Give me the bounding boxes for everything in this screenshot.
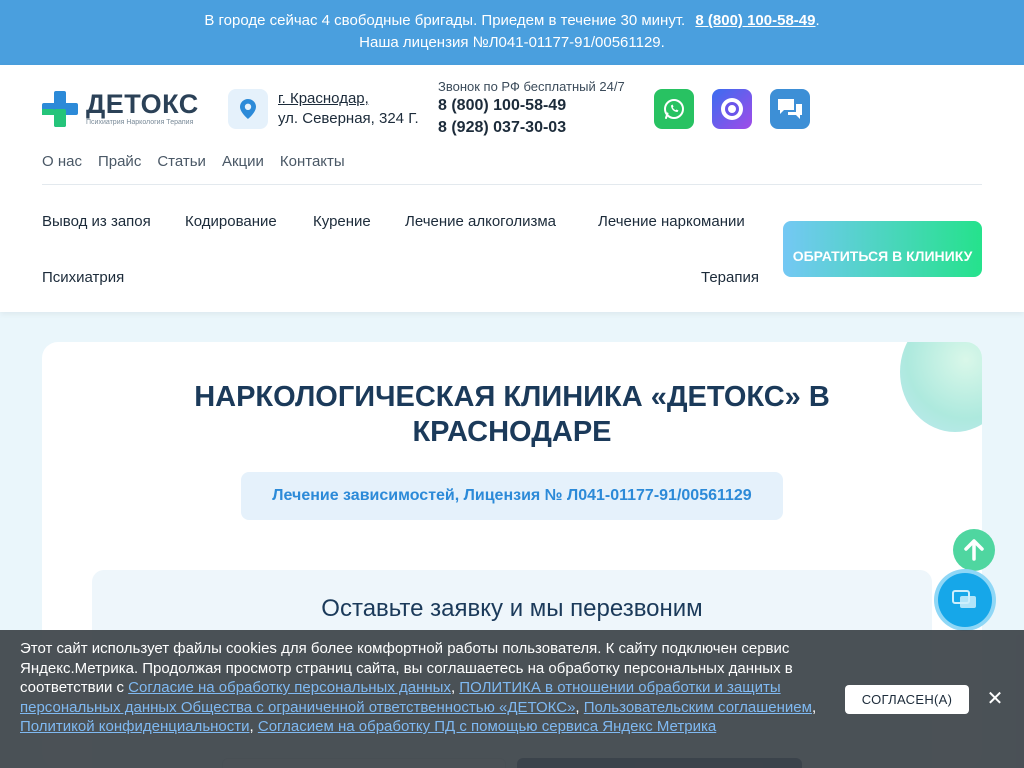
services-navigation: Вывод из запоя Кодирование Курение Лечен… xyxy=(42,195,772,307)
cookie-accept-button[interactable]: СОГЛАСЕН(А) xyxy=(845,685,969,714)
cookie-separator: , xyxy=(249,718,258,735)
max-messenger-button[interactable] xyxy=(712,89,752,129)
page-title: Наркологическая клиника «Детокс» в Красн… xyxy=(194,381,830,448)
cookie-separator: , xyxy=(575,698,584,716)
phone-link-federal[interactable]: 8 (800) 100-58-49 xyxy=(438,97,566,115)
nav-coding[interactable]: Кодирование xyxy=(185,213,277,230)
chat-icon xyxy=(778,99,802,119)
nav-withdrawal[interactable]: Вывод из запоя xyxy=(42,213,151,230)
floating-chat-button[interactable] xyxy=(934,569,996,631)
phone-link-local[interactable]: 8 (928) 037-30-03 xyxy=(438,119,566,137)
privacy-policy-link[interactable]: Политикой конфиденциальности xyxy=(20,718,250,735)
whatsapp-button[interactable] xyxy=(654,89,694,129)
chat-bubbles-icon xyxy=(952,590,976,608)
nav-psychiatry[interactable]: Психиатрия xyxy=(42,269,124,286)
nav-prices[interactable]: Прайс xyxy=(98,153,141,170)
top-banner: В городе сейчас 4 свободные бригады. При… xyxy=(0,0,1024,65)
clinic-address: ул. Северная, 324 Г. xyxy=(278,110,419,127)
nav-about[interactable]: О нас xyxy=(42,153,82,170)
cookie-text: Этот сайт использует файлы cookies для б… xyxy=(20,639,830,737)
nav-smoking[interactable]: Курение xyxy=(313,213,371,230)
close-icon[interactable]: ✕ xyxy=(984,688,1006,710)
whatsapp-icon xyxy=(664,99,684,119)
nav-promotions[interactable]: Акции xyxy=(222,153,264,170)
nav-drug-addiction[interactable]: Лечение наркомании xyxy=(598,213,745,230)
contact-clinic-button[interactable]: ОБРАТИТЬСЯ В КЛИНИКУ xyxy=(783,221,982,277)
nav-alcoholism[interactable]: Лечение алкоголизма xyxy=(405,213,556,230)
form-title: Оставьте заявку и мы перезвоним xyxy=(321,595,703,622)
cookie-separator: , xyxy=(811,698,817,716)
banner-license-text: Наша лицензия №Л041-01177-91/00561129. xyxy=(359,34,665,51)
nav-contacts[interactable]: Контакты xyxy=(280,153,345,170)
top-navigation: О нас Прайс Статьи Акции Контакты xyxy=(42,153,345,170)
header-divider xyxy=(42,184,982,185)
nav-articles[interactable]: Статьи xyxy=(157,153,206,170)
max-messenger-icon xyxy=(721,98,743,120)
consent-link[interactable]: Согласие на обработку персональных данны… xyxy=(128,679,451,696)
floating-chat-inner xyxy=(938,573,992,627)
medical-cross-icon xyxy=(42,91,78,127)
logo-subtitle: Психиатрия Наркология Терапия xyxy=(86,119,194,126)
site-header: ДЕТОКС Психиатрия Наркология Терапия г. … xyxy=(0,65,1024,312)
banner-phone-link[interactable]: 8 (800) 100-58-49 xyxy=(695,12,815,29)
nav-therapy[interactable]: Терапия xyxy=(701,269,759,286)
user-agreement-link[interactable]: Пользовательским соглашением xyxy=(584,699,812,716)
metrika-consent-link[interactable]: Согласием на обработку ПД с помощью серв… xyxy=(258,718,716,735)
location-pin-button[interactable] xyxy=(228,89,268,129)
location-pin-icon xyxy=(240,99,256,119)
online-chat-button[interactable] xyxy=(770,89,810,129)
license-badge: Лечение зависимостей, Лицензия № Л041-01… xyxy=(241,472,783,520)
phones-label: Звонок по РФ бесплатный 24/7 xyxy=(438,79,625,94)
city-link[interactable]: г. Краснодар, xyxy=(278,90,369,107)
cookie-consent-bar: Этот сайт использует файлы cookies для б… xyxy=(0,630,1024,768)
banner-brigades-text: В городе сейчас 4 свободные бригады. При… xyxy=(204,12,686,29)
banner-line-1: В городе сейчас 4 свободные бригады. При… xyxy=(204,12,820,29)
scroll-to-top-button[interactable] xyxy=(953,529,995,571)
decorative-circle xyxy=(900,342,982,432)
logo-title: ДЕТОКС xyxy=(86,89,199,119)
arrow-up-icon xyxy=(964,539,984,561)
logo[interactable]: ДЕТОКС Психиатрия Наркология Терапия xyxy=(42,91,202,127)
